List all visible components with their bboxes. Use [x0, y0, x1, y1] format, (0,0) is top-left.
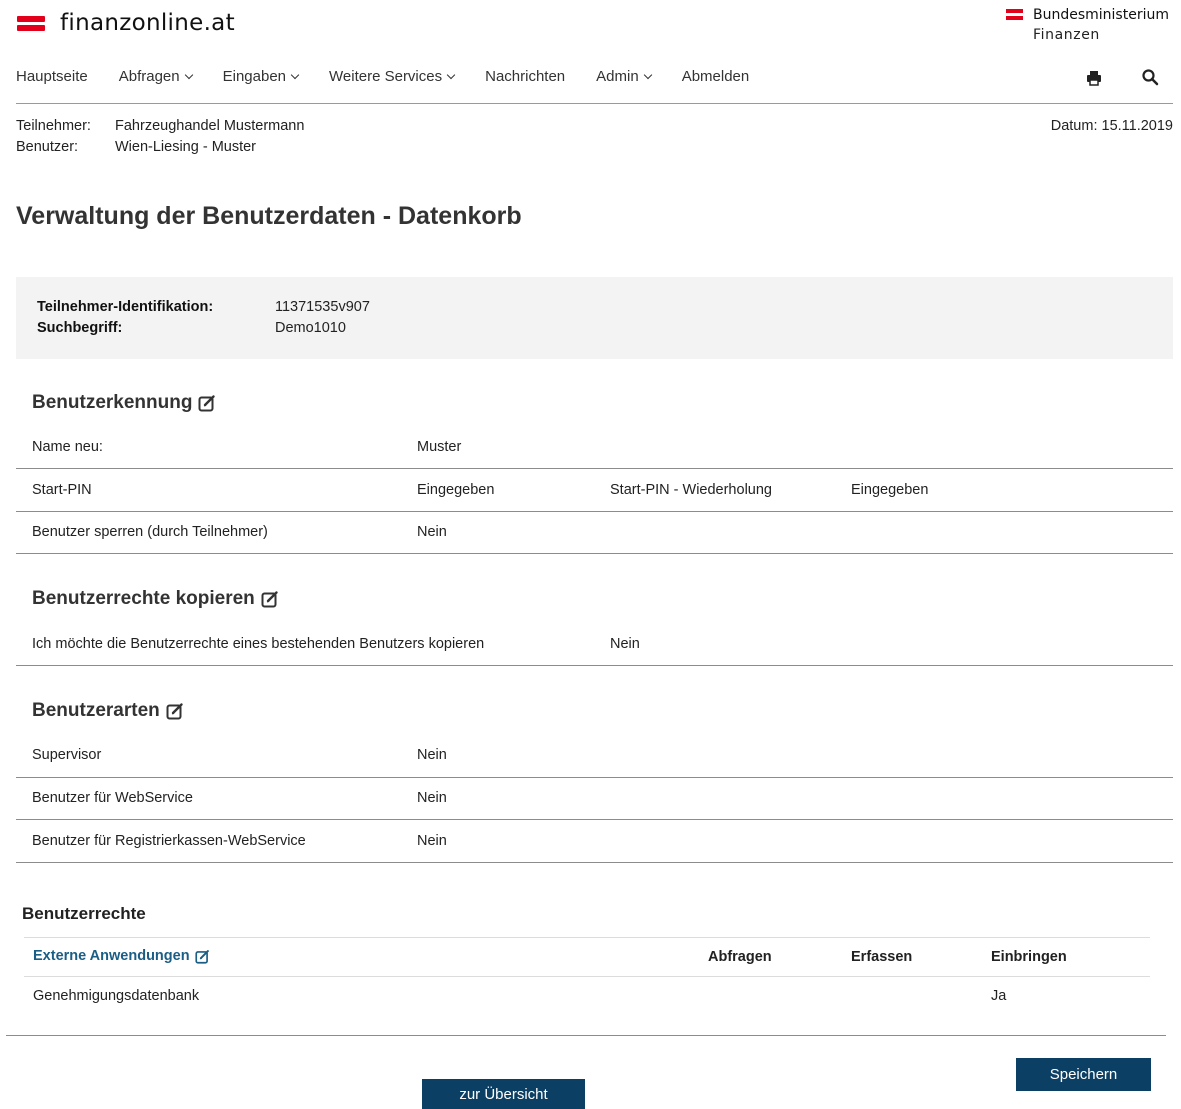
name-new-label: Name neu: [32, 439, 103, 455]
table-header-divider [24, 976, 1150, 977]
ministry-name-line2: Finanzen [1033, 27, 1100, 43]
user-type-value: Nein [417, 833, 447, 849]
footer-divider [6, 1035, 1166, 1036]
search-term-label: Suchbegriff: [37, 320, 123, 336]
date-text: Datum: 15.11.2019 [1050, 118, 1173, 134]
nav-label: Admin [596, 68, 639, 85]
table-row-einbringen: Ja [991, 988, 1007, 1004]
finanzonline-logo-icon[interactable] [17, 13, 45, 33]
row-divider [16, 777, 1173, 778]
section-title-text: Benutzerarten [32, 700, 160, 721]
nav-item-abfragen[interactable]: Abfragen [118, 68, 193, 85]
nav-item-hauptseite[interactable]: Hauptseite [16, 68, 88, 85]
participant-id-label: Teilnehmer-Identifikation: [37, 299, 214, 315]
chevron-down-icon [184, 70, 193, 79]
section-title-benutzerrechte: Benutzerrechte [22, 904, 146, 923]
column-header-abfragen: Abfragen [708, 949, 772, 965]
section-title-text: Benutzerrechte kopieren [32, 588, 255, 609]
search-term-value: Demo1010 [275, 320, 346, 336]
row-divider [16, 553, 1173, 554]
copy-rights-value: Nein [610, 636, 640, 652]
main-nav: Hauptseite Abfragen Eingaben Weitere Ser… [16, 68, 780, 85]
user-type-label: Benutzer für WebService [32, 790, 193, 806]
nav-item-admin[interactable]: Admin [596, 68, 652, 85]
user-type-label: Supervisor [32, 747, 102, 763]
column-header-einbringen: Einbringen [991, 949, 1067, 965]
edit-icon[interactable] [198, 394, 216, 412]
row-divider [16, 862, 1173, 863]
row-divider [16, 468, 1173, 469]
user-value: Wien-Liesing - Muster [115, 139, 257, 155]
edit-icon[interactable] [194, 949, 210, 964]
participant-id-value: 11371535v907 [275, 299, 370, 315]
start-pin-repeat-value: Eingegeben [851, 482, 929, 498]
section-title-benutzerkennung: Benutzerkennung [32, 392, 216, 414]
bmf-logo-icon [1006, 8, 1023, 22]
page-title: Verwaltung der Benutzerdaten - Datenkorb [16, 202, 522, 230]
row-divider [16, 665, 1173, 666]
nav-label: Hauptseite [16, 68, 88, 85]
nav-item-weitere-services[interactable]: Weitere Services [329, 68, 456, 85]
table-top-divider [24, 937, 1150, 938]
external-apps-link-text: Externe Anwendungen [33, 948, 190, 964]
participant-value: Fahrzeughandel Mustermann [115, 118, 305, 134]
start-pin-value: Eingegeben [417, 482, 495, 498]
user-type-label: Benutzer für Registrierkassen-WebService [32, 833, 306, 849]
site-logo-text[interactable]: finanzonline.at [60, 10, 235, 36]
column-header-erfassen: Erfassen [851, 949, 913, 965]
nav-label: Weitere Services [329, 68, 443, 85]
lock-user-label: Benutzer sperren (durch Teilnehmer) [32, 524, 268, 540]
start-pin-repeat-label: Start-PIN - Wiederholung [610, 482, 772, 498]
overview-button[interactable]: zur Übersicht [422, 1079, 585, 1109]
row-divider [16, 511, 1173, 512]
nav-label: Abfragen [118, 68, 180, 85]
section-title-text: Benutzerkennung [32, 392, 193, 413]
nav-item-eingaben[interactable]: Eingaben [222, 68, 300, 85]
participant-info-box [16, 277, 1173, 359]
search-icon[interactable] [1141, 68, 1159, 86]
row-divider [16, 819, 1173, 820]
nav-label: Nachrichten [485, 68, 566, 85]
edit-icon[interactable] [261, 590, 279, 608]
name-new-value: Muster [417, 439, 462, 455]
nav-item-abmelden[interactable]: Abmelden [682, 68, 750, 85]
participant-label: Teilnehmer: [16, 118, 91, 134]
print-icon[interactable] [1085, 69, 1103, 87]
nav-label: Eingaben [222, 68, 287, 85]
ministry-name-line1: Bundesministerium [1033, 7, 1169, 23]
section-title-benutzerarten: Benutzerarten [32, 700, 184, 722]
nav-label: Abmelden [681, 68, 750, 85]
start-pin-label: Start-PIN [32, 482, 92, 498]
external-apps-link[interactable]: Externe Anwendungen [33, 948, 210, 964]
user-type-value: Nein [417, 747, 447, 763]
user-type-value: Nein [417, 790, 447, 806]
chevron-down-icon [643, 70, 652, 79]
lock-user-value: Nein [417, 524, 447, 540]
chevron-down-icon [446, 70, 456, 79]
external-apps-link-wrap: Externe Anwendungen [33, 948, 210, 964]
chevron-down-icon [290, 70, 300, 79]
user-label: Benutzer: [16, 139, 79, 155]
edit-icon[interactable] [166, 702, 184, 720]
table-row-name: Genehmigungsdatenbank [33, 988, 200, 1004]
nav-item-nachrichten[interactable]: Nachrichten [485, 68, 565, 85]
copy-rights-label: Ich möchte die Benutzerrechte eines best… [32, 636, 485, 652]
nav-divider [16, 103, 1173, 104]
section-title-kopieren: Benutzerrechte kopieren [32, 588, 279, 610]
save-button[interactable]: Speichern [1016, 1058, 1151, 1091]
